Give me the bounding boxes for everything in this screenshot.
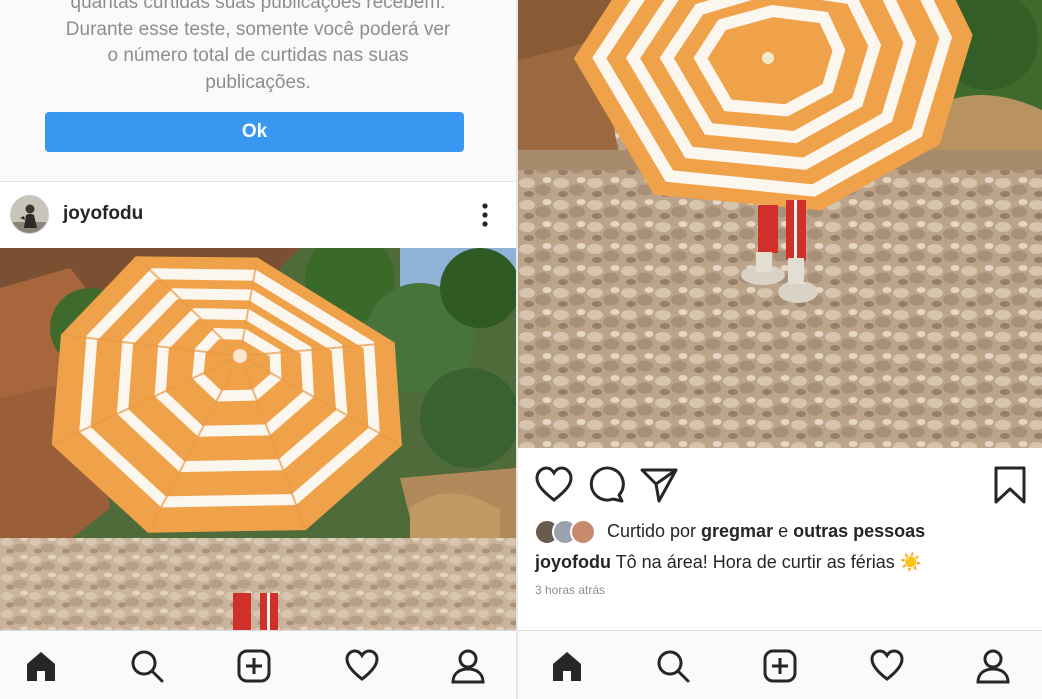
notice-line: o número total de curtidas nas suas [107, 45, 409, 66]
likes-others-link[interactable]: outras pessoas [793, 521, 925, 541]
post-header: joyofodu [0, 182, 516, 248]
add-post-icon[interactable] [762, 648, 798, 684]
search-icon[interactable] [129, 648, 165, 684]
likes-test-notice: quantas curtidas suas publicações recebe… [0, 0, 516, 182]
ok-button[interactable]: Ok [45, 112, 464, 152]
bottom-nav [518, 630, 1042, 699]
more-vertical-icon[interactable] [475, 202, 495, 228]
post-photo[interactable] [0, 248, 516, 630]
avatar[interactable] [10, 195, 49, 234]
notice-line: publicações. [205, 71, 311, 93]
likes-conjunction: e [773, 521, 794, 541]
notice-line: Durante esse teste, somente você poderá … [65, 18, 451, 40]
post-username[interactable]: joyofodu [63, 203, 143, 225]
right-screen: Curtido por gregmar e outras pessoas joy… [518, 0, 1042, 699]
likes-summary[interactable]: Curtido por gregmar e outras pessoas [534, 519, 1034, 545]
likes-prefix: Curtido por [607, 521, 702, 541]
heart-icon[interactable] [534, 465, 574, 505]
profile-icon[interactable] [450, 648, 486, 684]
send-icon[interactable] [639, 465, 679, 505]
post-photo[interactable] [518, 0, 1042, 448]
add-post-icon[interactable] [236, 648, 272, 684]
bookmark-icon[interactable] [990, 465, 1030, 505]
notice-line: quantas curtidas suas publicações recebe… [70, 0, 446, 13]
post-actions [518, 448, 1042, 518]
heart-icon[interactable] [344, 648, 380, 684]
caption-username[interactable]: joyofodu [535, 552, 611, 572]
likes-text: Curtido por gregmar e outras pessoas [607, 521, 925, 542]
search-icon[interactable] [655, 648, 691, 684]
liker-username[interactable]: gregmar [701, 521, 773, 541]
heart-icon[interactable] [869, 648, 905, 684]
home-icon[interactable] [549, 648, 585, 684]
comment-icon[interactable] [587, 465, 627, 505]
bottom-nav [0, 630, 516, 699]
liker-avatars [534, 519, 600, 545]
profile-icon[interactable] [975, 648, 1011, 684]
avatar [570, 519, 596, 545]
post-timestamp: 3 horas atrás [535, 583, 606, 597]
left-screen: quantas curtidas suas publicações recebe… [0, 0, 516, 699]
post-caption: joyofodu Tô na área! Hora de curtir as f… [535, 552, 922, 573]
notice-text: quantas curtidas suas publicações recebe… [20, 0, 496, 96]
caption-text: Tô na área! Hora de curtir as férias ☀️ [610, 552, 923, 572]
home-icon[interactable] [23, 648, 59, 684]
